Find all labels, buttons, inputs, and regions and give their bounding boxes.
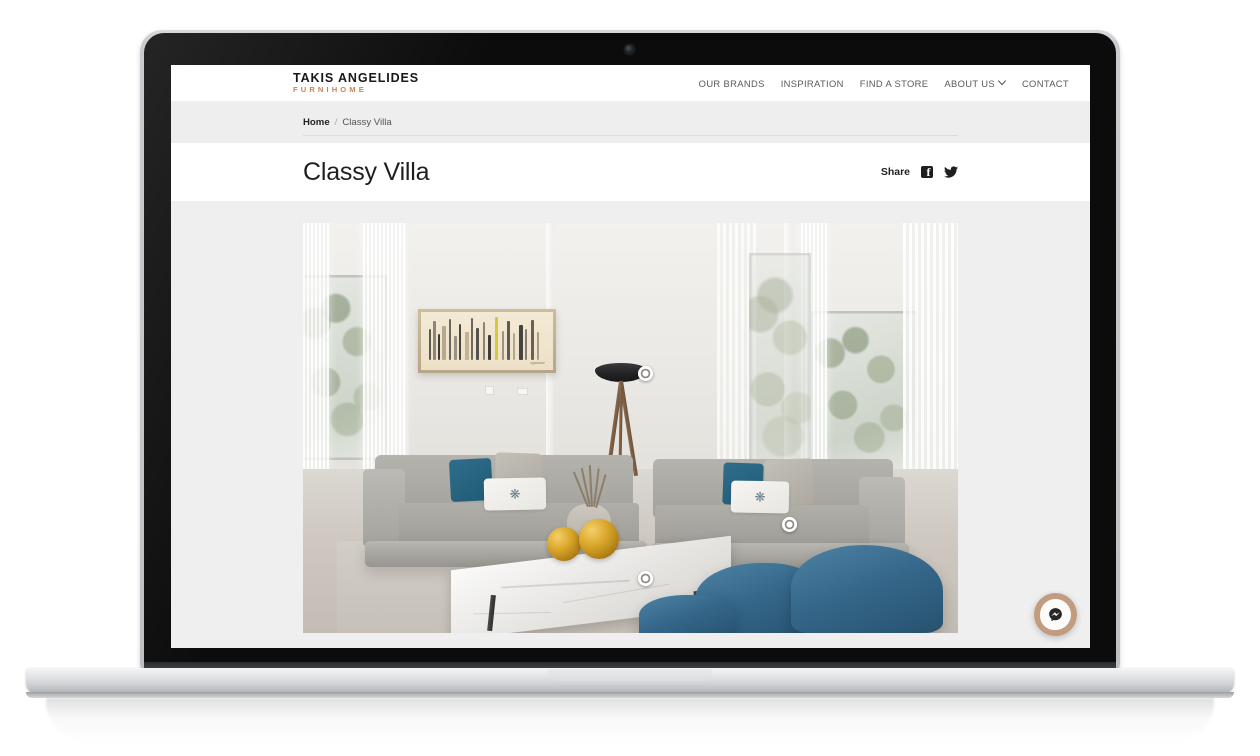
nav-label: CONTACT <box>1021 77 1069 89</box>
artwork-canvas: signature <box>421 312 553 370</box>
main-navigation: OUR BRANDS INSPIRATION FIND A STORE ABOU… <box>699 78 1069 89</box>
nav-item-our-brands[interactable]: OUR BRANDS <box>699 78 765 89</box>
artwork-signature: signature <box>530 360 546 366</box>
title-band: Classy Villa Share <box>171 143 1090 201</box>
amber-sphere <box>579 519 619 559</box>
laptop-reflection <box>46 698 1214 742</box>
messenger-chat-button[interactable] <box>1034 593 1077 636</box>
nav-label: ABOUT US <box>944 77 995 89</box>
facebook-share-icon[interactable] <box>921 165 933 180</box>
nav-label: FIND A STORE <box>859 77 929 89</box>
logo-secondary-text: FURNIHOME <box>293 85 367 95</box>
site-logo[interactable]: TAKIS ANGELIDES FURNIHOME <box>293 72 419 94</box>
nav-label: INSPIRATION <box>780 77 844 89</box>
pillow-white: ❋ <box>483 477 547 511</box>
breadcrumb-home-link[interactable]: Home <box>303 117 330 128</box>
armchair-blue-arm <box>639 595 735 633</box>
share-label: Share <box>880 166 910 178</box>
share-group: Share <box>880 165 958 180</box>
window-foliage <box>749 253 811 488</box>
nav-item-contact[interactable]: CONTACT <box>1022 78 1069 89</box>
laptop-base-notch <box>548 669 712 681</box>
pillow-white: ❋ <box>730 480 790 514</box>
hotspot-coffee-table[interactable] <box>638 571 653 586</box>
coral-motif: ❋ <box>509 486 521 502</box>
wall-outlet <box>517 388 528 395</box>
chevron-down-icon <box>997 80 1006 86</box>
hotspot-sofa[interactable] <box>782 517 797 532</box>
sheer-curtain <box>363 223 405 471</box>
breadcrumb-current: Classy Villa <box>342 116 392 128</box>
page-title: Classy Villa <box>303 157 430 186</box>
nav-item-find-a-store[interactable]: FIND A STORE <box>860 78 929 89</box>
nav-item-inspiration[interactable]: INSPIRATION <box>781 78 844 89</box>
logo-primary-text: TAKIS ANGELIDES <box>293 70 420 85</box>
coral-motif: ❋ <box>754 489 766 505</box>
content-band: signature ❋ ❋ <box>171 201 1090 648</box>
nav-item-about-us[interactable]: ABOUT US <box>944 78 1006 89</box>
window-center <box>749 253 811 488</box>
nav-label: OUR BRANDS <box>698 77 765 89</box>
twitter-share-icon[interactable] <box>944 166 958 178</box>
villa-photo[interactable]: signature ❋ ❋ <box>303 223 958 633</box>
site-header: TAKIS ANGELIDES FURNIHOME OUR BRANDS INS… <box>171 65 1090 101</box>
breadcrumb-band: Home / Classy Villa <box>171 101 1090 143</box>
screenshot-stage: TAKIS ANGELIDES FURNIHOME OUR BRANDS INS… <box>0 0 1260 756</box>
messenger-bubble <box>1040 599 1071 630</box>
amber-sphere <box>547 527 581 561</box>
breadcrumb-divider <box>303 135 958 136</box>
laptop-screen: TAKIS ANGELIDES FURNIHOME OUR BRANDS INS… <box>171 65 1090 648</box>
wall-artwork: signature <box>418 309 556 373</box>
breadcrumb-separator: / <box>334 116 338 128</box>
wall-outlet <box>485 386 494 395</box>
gallery-wrapper: signature ❋ ❋ <box>303 223 958 633</box>
armchair-blue-back <box>791 545 943 633</box>
breadcrumb: Home / Classy Villa <box>303 117 1090 128</box>
messenger-bolt-icon <box>1049 608 1062 622</box>
webcam-icon <box>625 45 634 54</box>
sheer-curtain <box>303 223 329 471</box>
hotspot-floor-lamp[interactable] <box>638 366 653 381</box>
